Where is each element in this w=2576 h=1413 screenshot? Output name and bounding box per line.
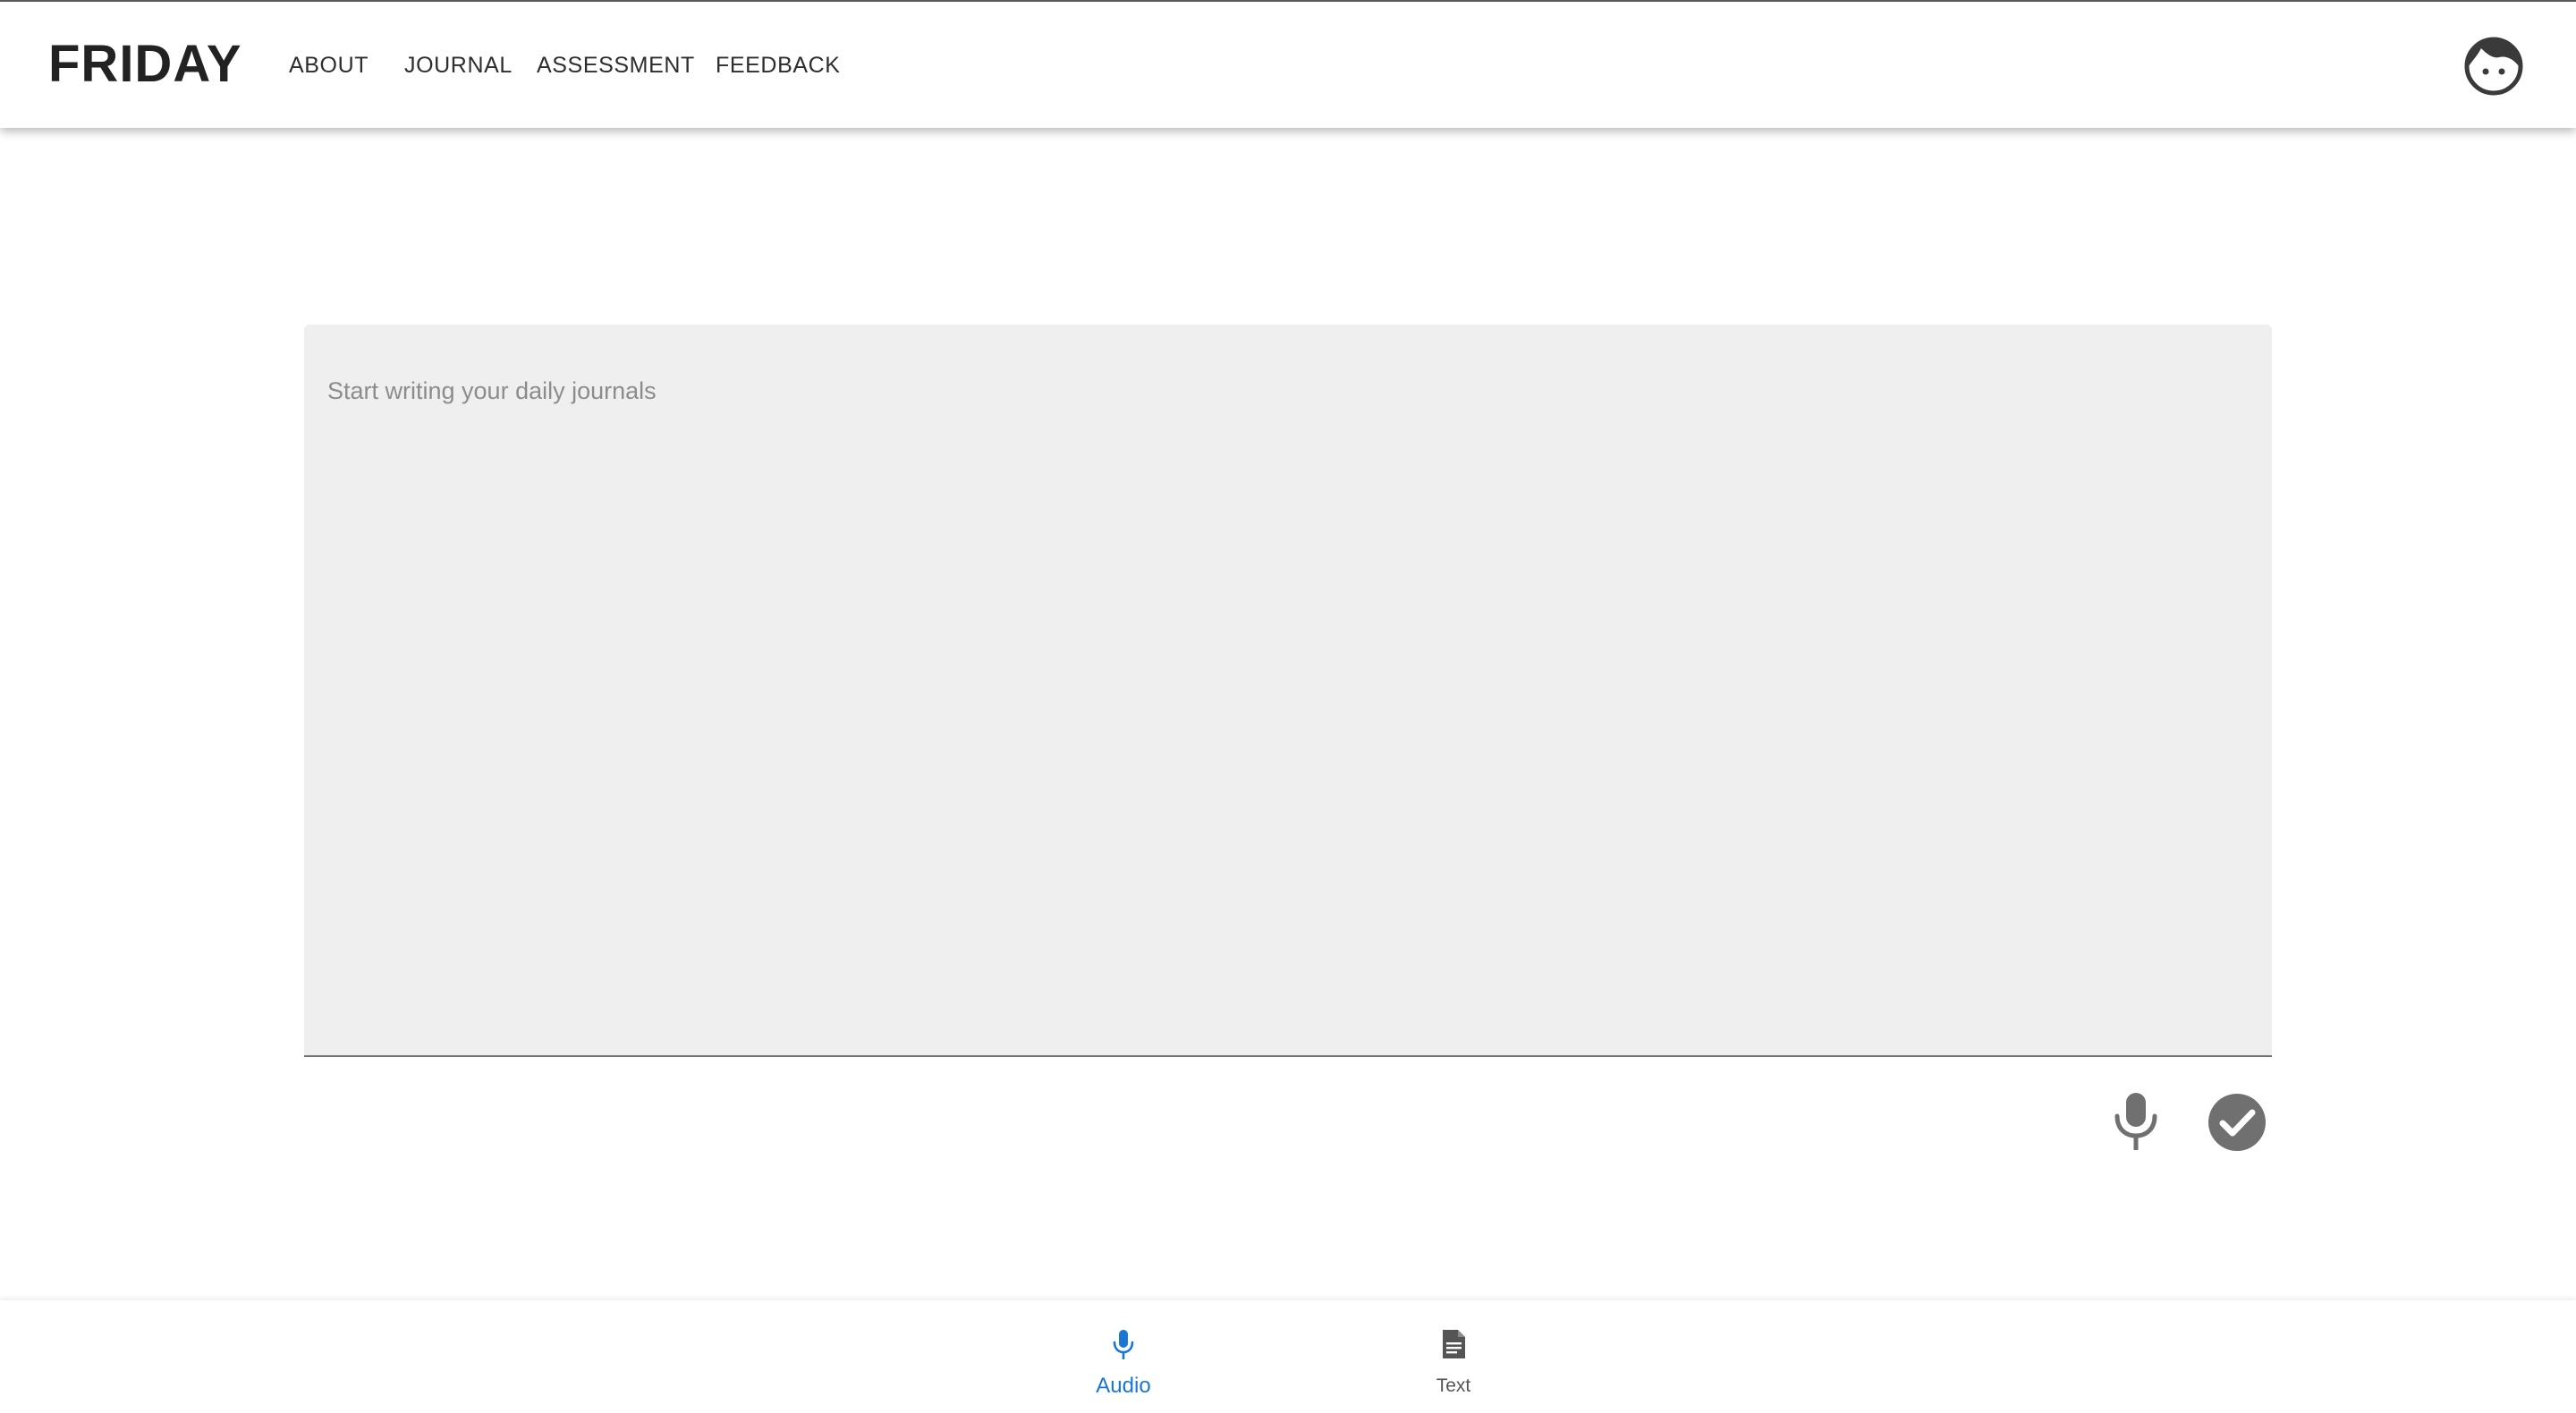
document-icon [1443,1330,1465,1358]
brand-logo[interactable]: FRIDAY [48,34,242,95]
mic-icon [1113,1330,1134,1359]
journal-text-area [304,325,2272,1057]
nav-feedback[interactable]: FEEDBACK [716,52,841,79]
bottom-nav-audio[interactable]: Audio [1061,1300,1186,1413]
bottom-nav-audio-label: Audio [1096,1374,1151,1398]
nav-assessment[interactable]: ASSESSMENT [537,52,695,79]
bottom-nav-text[interactable]: Text [1391,1300,1516,1413]
submit-journal-button[interactable] [2207,1093,2267,1152]
check-circle-icon [2208,1094,2266,1151]
nav-about[interactable]: ABOUT [289,52,369,79]
app-header: FRIDAY ABOUT JOURNAL ASSESSMENT FEEDBACK [0,0,2576,128]
journal-page: FRIDAY ABOUT JOURNAL ASSESSMENT FEEDBACK [0,0,2576,1413]
bottom-navigation: Audio Text [0,1300,2576,1413]
user-avatar-button[interactable] [2463,36,2524,97]
face-avatar-icon [2464,37,2523,96]
bottom-nav-text-label: Text [1436,1375,1471,1396]
nav-journal[interactable]: JOURNAL [404,52,513,79]
record-audio-button[interactable] [2111,1091,2161,1152]
mic-icon [2114,1093,2157,1150]
journal-input[interactable] [304,325,2272,1055]
